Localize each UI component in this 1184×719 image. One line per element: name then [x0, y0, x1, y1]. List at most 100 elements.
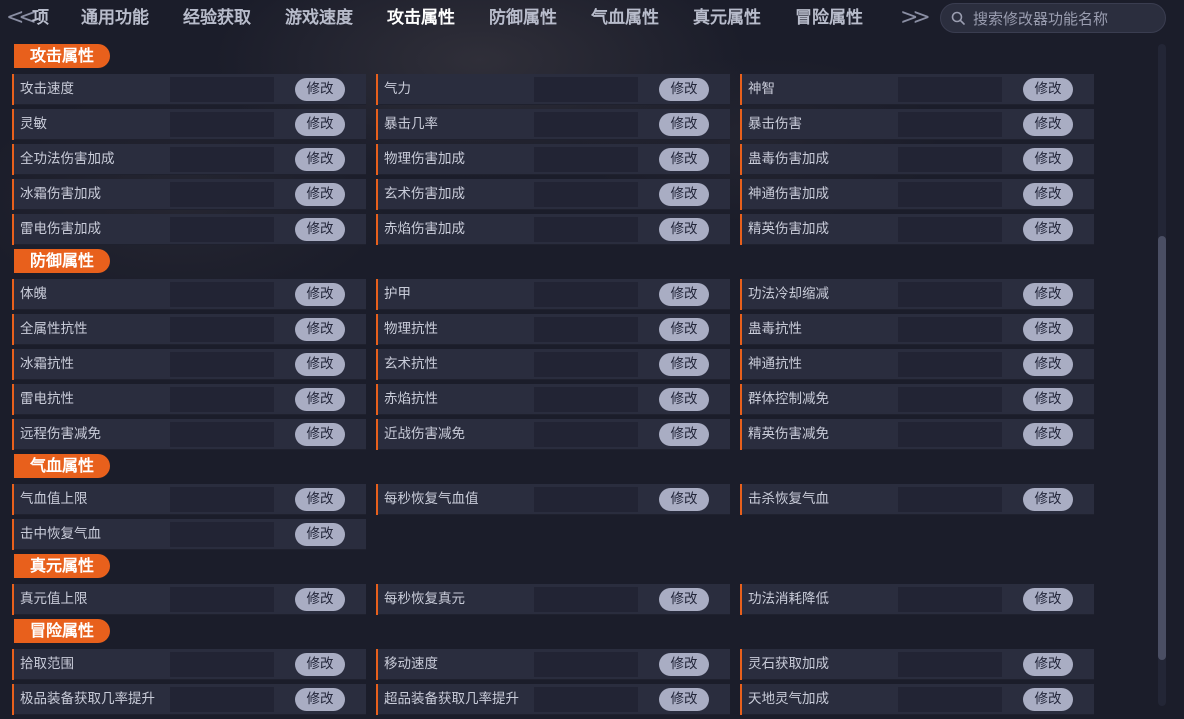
modify-button[interactable]: 修改 [1023, 388, 1073, 411]
modify-button[interactable]: 修改 [659, 688, 709, 711]
modify-button[interactable]: 修改 [659, 388, 709, 411]
attribute-value-input[interactable] [898, 317, 1002, 342]
modify-button[interactable]: 修改 [295, 113, 345, 136]
modify-button[interactable]: 修改 [1023, 488, 1073, 511]
attribute-value-input[interactable] [534, 317, 638, 342]
attribute-value-input[interactable] [170, 352, 274, 377]
attribute-value-input[interactable] [534, 652, 638, 677]
modify-button[interactable]: 修改 [659, 283, 709, 306]
attribute-value-input[interactable] [170, 77, 274, 102]
modify-button[interactable]: 修改 [659, 588, 709, 611]
attribute-value-input[interactable] [898, 652, 1002, 677]
modify-button[interactable]: 修改 [295, 688, 345, 711]
modify-button[interactable]: 修改 [659, 423, 709, 446]
modify-button[interactable]: 修改 [1023, 423, 1073, 446]
modify-button[interactable]: 修改 [295, 423, 345, 446]
attribute-value-input[interactable] [534, 182, 638, 207]
attribute-value-input[interactable] [170, 112, 274, 137]
attribute-value-input[interactable] [898, 587, 1002, 612]
modify-button[interactable]: 修改 [295, 148, 345, 171]
tab-game-speed[interactable]: 游戏速度 [285, 0, 353, 38]
modify-button[interactable]: 修改 [1023, 283, 1073, 306]
modify-button[interactable]: 修改 [1023, 653, 1073, 676]
search-box[interactable] [940, 3, 1166, 33]
attribute-value-input[interactable] [534, 422, 638, 447]
attribute-value-input[interactable] [170, 422, 274, 447]
attribute-value-input[interactable] [534, 147, 638, 172]
attribute-value-input[interactable] [534, 587, 638, 612]
attribute-value-input[interactable] [170, 587, 274, 612]
tab-adventure[interactable]: 冒险属性 [795, 0, 863, 38]
attribute-value-input[interactable] [534, 217, 638, 242]
attribute-value-input[interactable] [898, 217, 1002, 242]
scrollbar-thumb[interactable] [1158, 236, 1166, 660]
modify-button[interactable]: 修改 [659, 183, 709, 206]
tab-true-essence[interactable]: 真元属性 [693, 0, 761, 38]
attribute-value-input[interactable] [170, 217, 274, 242]
modify-button[interactable]: 修改 [659, 318, 709, 341]
attribute-value-input[interactable] [534, 77, 638, 102]
modify-button[interactable]: 修改 [295, 218, 345, 241]
modify-button[interactable]: 修改 [1023, 588, 1073, 611]
modify-button[interactable]: 修改 [295, 353, 345, 376]
modify-button[interactable]: 修改 [659, 353, 709, 376]
search-input[interactable] [971, 7, 1161, 31]
modify-button[interactable]: 修改 [659, 218, 709, 241]
attribute-value-input[interactable] [534, 487, 638, 512]
modify-button[interactable]: 修改 [659, 78, 709, 101]
attribute-value-input[interactable] [170, 147, 274, 172]
modify-button[interactable]: 修改 [659, 653, 709, 676]
modify-button[interactable]: 修改 [295, 318, 345, 341]
tab-health[interactable]: 气血属性 [591, 0, 659, 38]
attribute-value-input[interactable] [898, 352, 1002, 377]
attribute-value-input[interactable] [534, 687, 638, 712]
modify-button[interactable]: 修改 [295, 388, 345, 411]
modify-button[interactable]: 修改 [659, 148, 709, 171]
modify-button[interactable]: 修改 [295, 653, 345, 676]
modify-button[interactable]: 修改 [295, 488, 345, 511]
attribute-value-input[interactable] [534, 112, 638, 137]
modify-button[interactable]: 修改 [1023, 78, 1073, 101]
modify-button[interactable]: 修改 [1023, 318, 1073, 341]
attribute-value-input[interactable] [534, 282, 638, 307]
attribute-value-input[interactable] [898, 112, 1002, 137]
modify-button[interactable]: 修改 [295, 523, 345, 546]
tab-general[interactable]: 通用功能 [81, 0, 149, 38]
modify-button[interactable]: 修改 [1023, 183, 1073, 206]
tab-partial[interactable]: 项 [32, 0, 49, 38]
attribute-value-input[interactable] [534, 352, 638, 377]
modify-button[interactable]: 修改 [295, 183, 345, 206]
attribute-value-input[interactable] [170, 522, 274, 547]
attribute-value-input[interactable] [898, 182, 1002, 207]
modify-button[interactable]: 修改 [1023, 688, 1073, 711]
scroll-right-arrow-icon[interactable]: >> [900, 2, 931, 36]
modify-button[interactable]: 修改 [659, 488, 709, 511]
attribute-value-input[interactable] [898, 282, 1002, 307]
modify-button[interactable]: 修改 [295, 283, 345, 306]
modify-button[interactable]: 修改 [659, 113, 709, 136]
attribute-value-input[interactable] [170, 487, 274, 512]
attribute-value-input[interactable] [898, 422, 1002, 447]
attribute-value-input[interactable] [170, 687, 274, 712]
modify-button[interactable]: 修改 [295, 588, 345, 611]
modify-button[interactable]: 修改 [295, 78, 345, 101]
attribute-value-input[interactable] [898, 487, 1002, 512]
attribute-value-input[interactable] [898, 147, 1002, 172]
attribute-value-input[interactable] [170, 317, 274, 342]
modify-button[interactable]: 修改 [1023, 353, 1073, 376]
scroll-left-arrow-icon[interactable]: << [6, 2, 37, 36]
attribute-value-input[interactable] [170, 182, 274, 207]
tab-defense[interactable]: 防御属性 [489, 0, 557, 38]
attribute-value-input[interactable] [898, 77, 1002, 102]
attribute-value-input[interactable] [170, 652, 274, 677]
attribute-value-input[interactable] [170, 282, 274, 307]
attribute-value-input[interactable] [534, 387, 638, 412]
modify-button[interactable]: 修改 [1023, 218, 1073, 241]
tab-attack[interactable]: 攻击属性 [387, 0, 455, 38]
tab-experience[interactable]: 经验获取 [183, 0, 251, 38]
attribute-value-input[interactable] [170, 387, 274, 412]
attribute-value-input[interactable] [898, 687, 1002, 712]
attribute-value-input[interactable] [898, 387, 1002, 412]
modify-button[interactable]: 修改 [1023, 113, 1073, 136]
modify-button[interactable]: 修改 [1023, 148, 1073, 171]
